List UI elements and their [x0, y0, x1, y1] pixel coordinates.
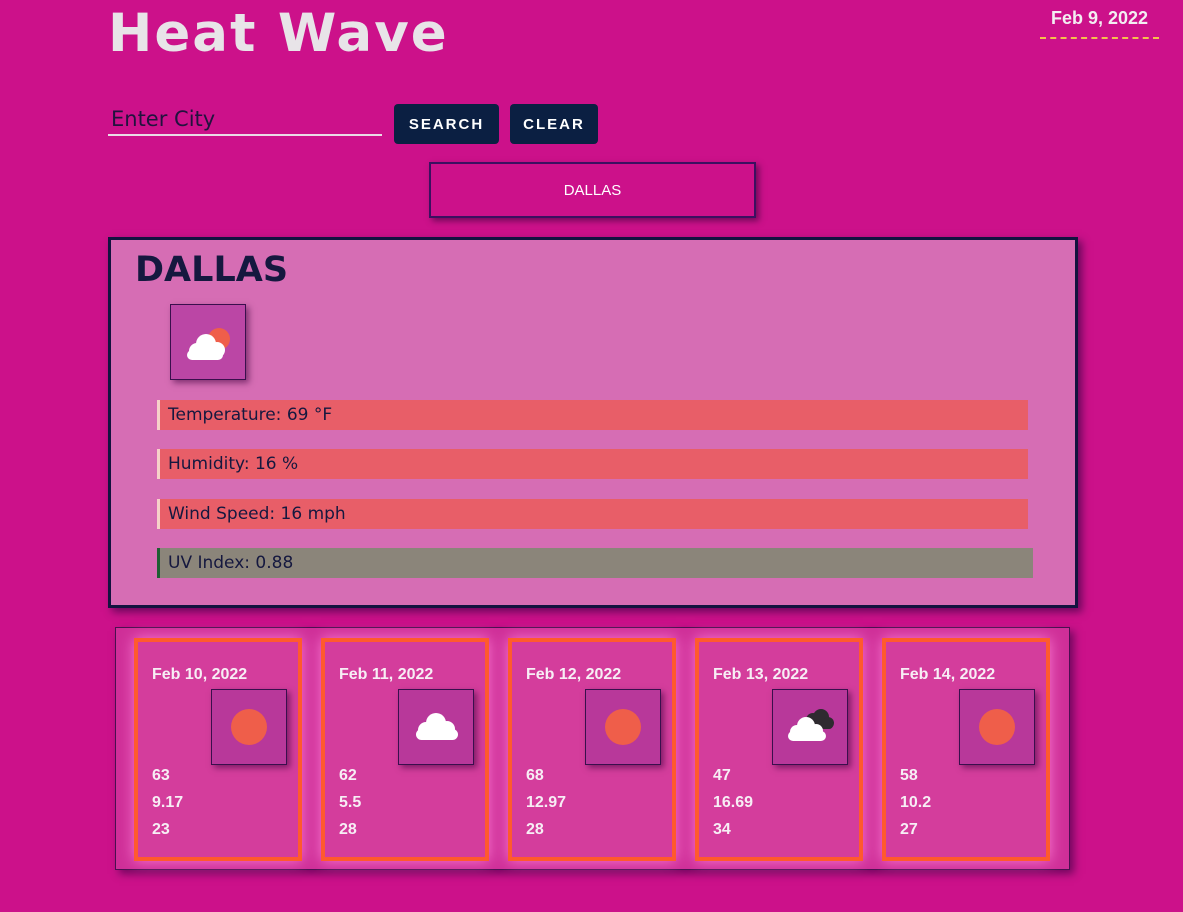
app-title: Heat Wave [108, 3, 449, 64]
current-date: Feb 9, 2022 [1040, 8, 1159, 39]
search-button[interactable]: SEARCH [394, 104, 499, 144]
temperature-stat: Temperature: 69 °F [157, 400, 1028, 430]
forecast-icon-box [398, 689, 474, 765]
forecast-temp: 63 [152, 767, 170, 784]
city-search-input[interactable] [108, 104, 382, 136]
forecast-card: Feb 13, 2022 47 16.69 34 [695, 638, 863, 861]
forecast-wind: 12.97 [526, 794, 567, 811]
forecast-icon-box [585, 689, 661, 765]
forecast-humidity: 27 [900, 821, 918, 838]
forecast-card: Feb 14, 2022 58 10.2 27 [882, 638, 1050, 861]
forecast-date: Feb 14, 2022 [900, 666, 996, 683]
forecast-wind: 10.2 [900, 794, 932, 811]
forecast-icon-box [959, 689, 1035, 765]
forecast-temp: 62 [339, 767, 357, 784]
forecast-date: Feb 10, 2022 [152, 666, 248, 683]
current-weather-panel: DALLAS Temperature: 69 °F Humidity: 16 %… [108, 237, 1078, 608]
forecast-humidity: 34 [713, 821, 731, 838]
current-weather-icon-box [170, 304, 246, 380]
forecast-humidity: 28 [526, 821, 544, 838]
forecast-temp: 68 [526, 767, 544, 784]
clear-button[interactable]: CLEAR [510, 104, 598, 144]
forecast-temp: 47 [713, 767, 731, 784]
forecast-date: Feb 13, 2022 [713, 666, 809, 683]
sun-icon [979, 709, 1015, 745]
forecast-wind: 5.5 [339, 794, 362, 811]
cloud-icon [416, 713, 458, 740]
forecast-icon-box [211, 689, 287, 765]
forecast-humidity: 23 [152, 821, 170, 838]
humidity-stat: Humidity: 16 % [157, 449, 1028, 479]
forecast-card: Feb 12, 2022 68 12.97 28 [508, 638, 676, 861]
forecast-wind: 9.17 [152, 794, 184, 811]
forecast-icon-box [772, 689, 848, 765]
forecast-card: Feb 10, 2022 63 9.17 23 [134, 638, 302, 861]
forecast-humidity: 28 [339, 821, 357, 838]
sun-behind-cloud-icon [187, 328, 230, 360]
dark-clouds-icon [788, 709, 834, 741]
forecast-card: Feb 11, 2022 62 5.5 28 [321, 638, 489, 861]
sun-icon [231, 709, 267, 745]
forecast-date: Feb 11, 2022 [339, 666, 434, 683]
five-day-forecast: Feb 10, 2022 63 9.17 23 Feb 11, 2022 62 … [115, 627, 1070, 870]
forecast-temp: 58 [900, 767, 918, 784]
forecast-date: Feb 12, 2022 [526, 666, 622, 683]
wind-speed-stat: Wind Speed: 16 mph [157, 499, 1028, 529]
uv-index-stat: UV Index: 0.88 [157, 548, 1033, 578]
sun-icon [605, 709, 641, 745]
current-city-name: DALLAS [135, 250, 289, 290]
history-city-button[interactable]: DALLAS [429, 162, 756, 218]
forecast-wind: 16.69 [713, 794, 754, 811]
